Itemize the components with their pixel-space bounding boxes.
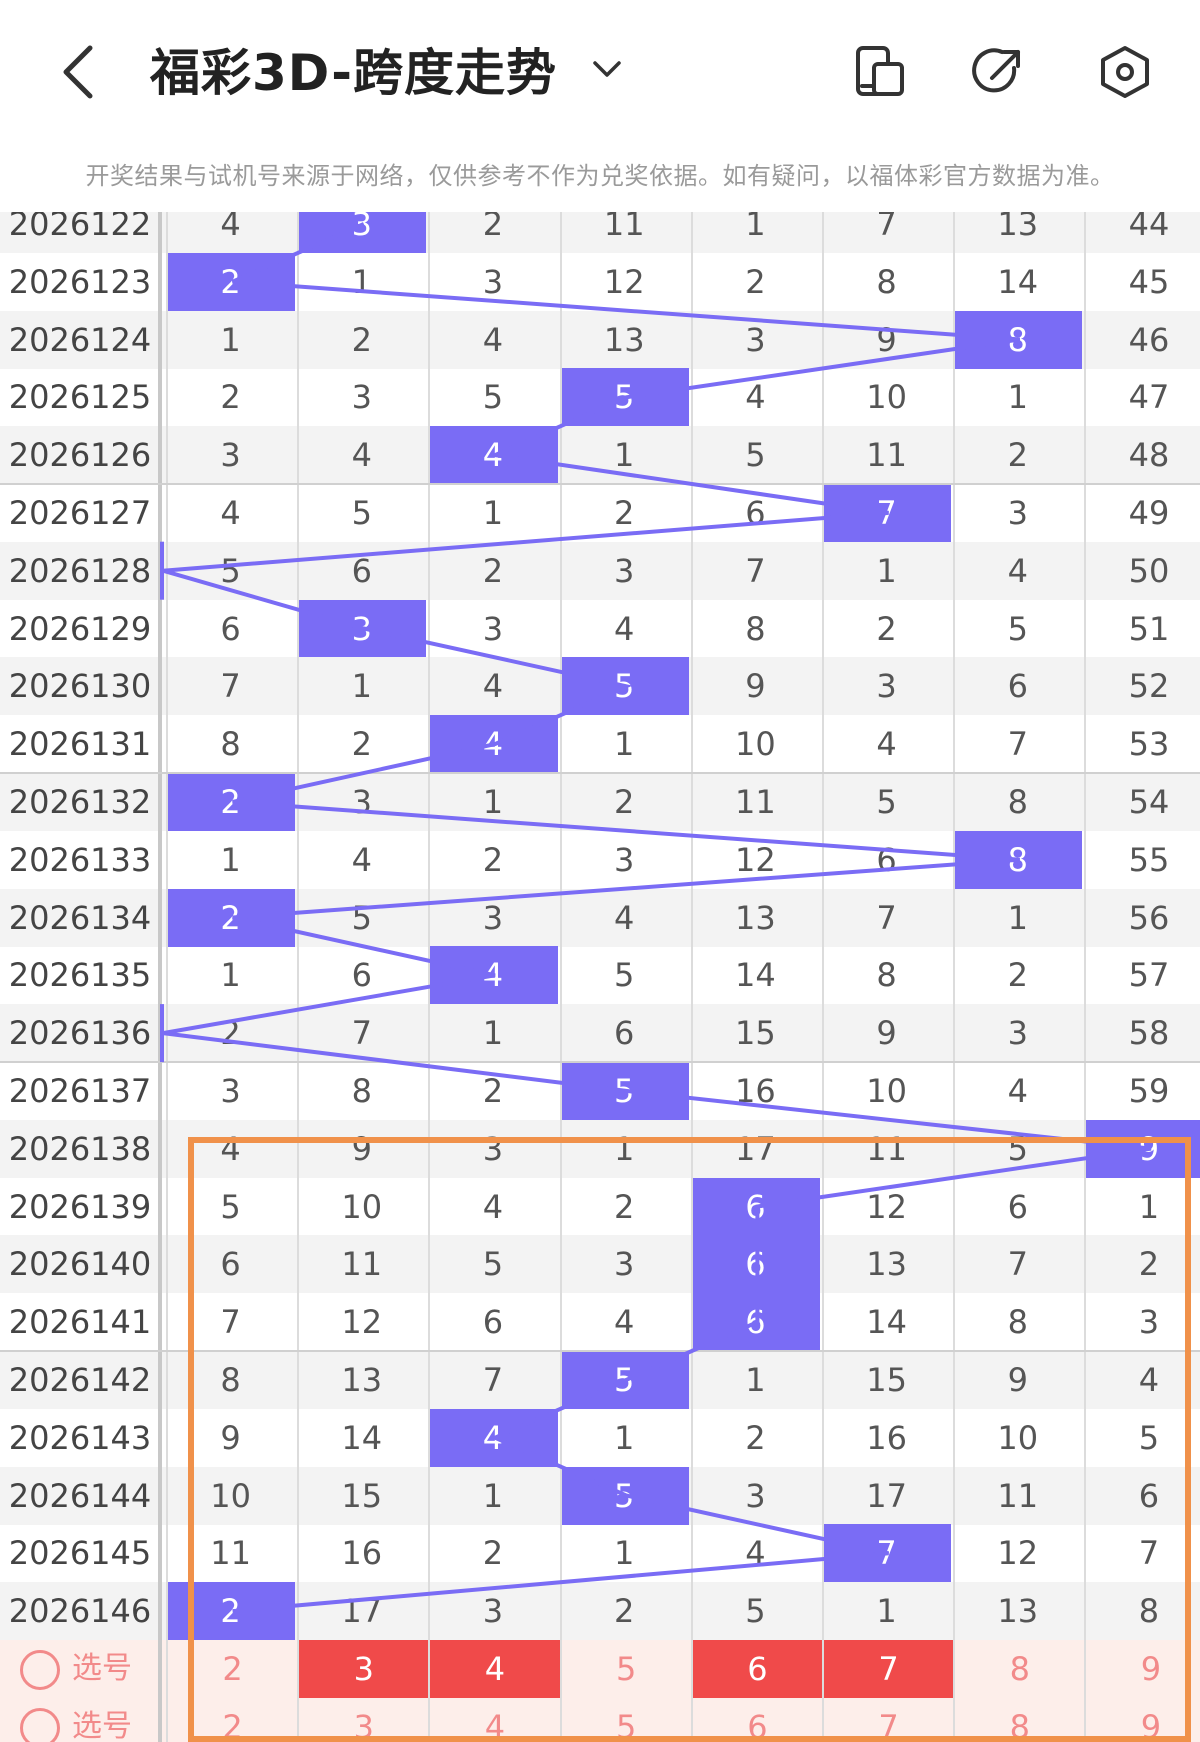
page-title: 福彩3D-跨度走势: [150, 44, 557, 102]
trend-line-overlay: [160, 222, 1152, 1614]
device-icon[interactable]: [852, 44, 908, 100]
chevron-down-icon: [593, 61, 621, 77]
share-icon[interactable]: [970, 44, 1026, 100]
settings-hex-icon[interactable]: [1097, 44, 1153, 100]
data-source-notice: 开奖结果与试机号来源于网络，仅供参考不作为兑奖依据。如有疑问，以福体彩官方数据为…: [85, 162, 1115, 190]
top-bar: 福彩3D-跨度走势: [0, 0, 1200, 140]
title-dropdown[interactable]: 福彩3D-跨度走势: [150, 34, 627, 104]
zero-span-marker: [160, 1004, 164, 1063]
zero-span-marker: [160, 541, 164, 600]
back-arrow-icon[interactable]: [50, 40, 110, 100]
span-trend-grid[interactable]: 2026122 4 3 2 11 1 7 13 44 2026123 2 1 3 12 2 8 14 45 2026…: [0, 212, 1200, 1742]
trend-line: [162, 222, 1152, 1614]
